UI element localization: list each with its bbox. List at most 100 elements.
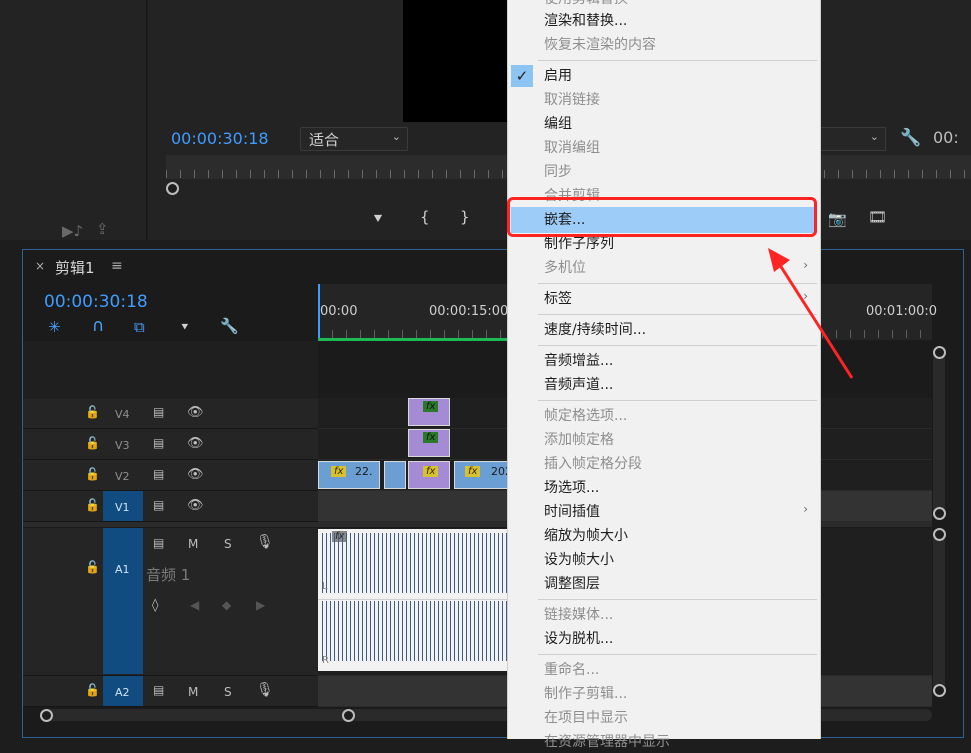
mute-button[interactable]: M xyxy=(188,537,198,551)
menu-item-unlink[interactable]: 取消链接 xyxy=(544,89,600,111)
menu-item-rename[interactable]: 重命名... xyxy=(544,659,599,681)
zoom-handle-left[interactable] xyxy=(40,709,53,722)
audio-clip[interactable]: fx L R xyxy=(318,529,508,671)
playhead[interactable] xyxy=(318,284,320,340)
resolution-dropdown[interactable]: ⌄ xyxy=(820,127,886,151)
monitor-timecode[interactable]: 00:00:30:18 xyxy=(171,129,269,148)
scroll-handle[interactable] xyxy=(933,346,946,359)
menu-item-reveal-in-explorer[interactable]: 在资源管理器中显示 xyxy=(544,731,670,753)
menu-item-audio-gain[interactable]: 音频增益... xyxy=(544,350,613,372)
eye-icon[interactable]: 👁 xyxy=(187,498,204,513)
keyframe-icon[interactable]: ◊ xyxy=(152,598,158,613)
lock-icon[interactable]: 🔓 xyxy=(85,405,100,419)
microphone-icon[interactable]: 🎙 xyxy=(256,682,274,698)
eye-icon[interactable]: 👁 xyxy=(187,467,204,482)
audio-scrollbar[interactable] xyxy=(933,532,945,692)
track-name-v2: V2 xyxy=(115,470,130,483)
monitor-timecode-right[interactable]: 00: xyxy=(933,128,959,147)
scroll-handle[interactable] xyxy=(933,684,946,697)
menu-item-set-to-frame[interactable]: 设为帧大小 xyxy=(544,549,614,571)
lock-icon[interactable]: 🔓 xyxy=(85,498,100,512)
timeline-timecode[interactable]: 00:00:30:18 xyxy=(44,292,148,312)
eye-icon[interactable]: 👁 xyxy=(187,405,204,420)
next-keyframe-icon[interactable]: ▶ xyxy=(256,598,265,612)
clip-label: 22. xyxy=(355,465,373,478)
menu-item-scale-to-frame[interactable]: 缩放为帧大小 xyxy=(544,525,628,547)
video-scrollbar[interactable] xyxy=(933,350,945,520)
menu-item-link-media[interactable]: 链接媒体... xyxy=(544,604,613,626)
mark-out-icon[interactable]: } xyxy=(460,208,470,226)
sync-lock-icon[interactable]: ▤ xyxy=(153,683,164,697)
export-icon[interactable]: ⇪ xyxy=(96,220,109,238)
mark-in-icon[interactable]: { xyxy=(420,208,430,226)
nest-toggle-icon[interactable]: ✳ xyxy=(48,318,61,336)
lock-icon[interactable]: 🔓 xyxy=(85,683,100,697)
menu-item-label[interactable]: 标签 xyxy=(544,288,572,310)
menu-item-make-subclip[interactable]: 制作子剪辑... xyxy=(544,683,627,705)
menu-item-make-offline[interactable]: 设为脱机... xyxy=(544,628,613,650)
chevron-down-icon: ⌄ xyxy=(391,130,401,143)
video-clip[interactable]: fx 22. xyxy=(318,461,380,489)
solo-button[interactable]: S xyxy=(224,685,232,699)
fit-dropdown[interactable]: 适合 ⌄ xyxy=(300,127,408,151)
lock-icon[interactable]: 🔓 xyxy=(85,560,100,574)
close-tab-icon[interactable]: × xyxy=(35,259,45,273)
fx-badge: fx xyxy=(423,401,439,412)
monitor-zoom-handle[interactable] xyxy=(166,182,179,195)
menu-item-time-interpolation[interactable]: 时间插值 xyxy=(544,501,600,523)
add-marker-icon[interactable]: ⯆ xyxy=(180,320,190,335)
sync-lock-icon[interactable]: ▤ xyxy=(153,405,164,419)
hamburger-menu-icon[interactable]: ≡ xyxy=(111,258,123,274)
menu-item-reveal-in-project[interactable]: 在项目中显示 xyxy=(544,707,628,729)
menu-item-enable[interactable]: 启用 xyxy=(544,65,572,87)
menu-item-audio-channels[interactable]: 音频声道... xyxy=(544,374,613,396)
menu-item-sync[interactable]: 同步 xyxy=(544,161,572,183)
lock-icon[interactable]: 🔓 xyxy=(85,467,100,481)
snap-icon[interactable]: ∩ xyxy=(92,316,104,336)
video-clip[interactable]: fx xyxy=(408,398,450,426)
track-name-v3: V3 xyxy=(115,439,130,452)
marker-icon[interactable]: ⯆ xyxy=(372,210,384,228)
menu-item-render-replace[interactable]: 渲染和替换... xyxy=(544,10,627,32)
mute-button[interactable]: M xyxy=(188,685,198,699)
microphone-icon[interactable]: 🎙 xyxy=(256,534,274,550)
menu-item-adjustment-layer[interactable]: 调整图层 xyxy=(544,573,600,595)
camera-icon[interactable]: 📷 xyxy=(828,210,847,228)
prev-keyframe-icon[interactable]: ◀ xyxy=(190,598,199,612)
channel-label: L xyxy=(322,581,328,592)
ruler-label: 00:01:00:0 xyxy=(866,304,938,319)
add-keyframe-icon[interactable]: ◆ xyxy=(222,598,231,612)
menu-item-add-frame-hold[interactable]: 添加帧定格 xyxy=(544,429,614,451)
scroll-handle[interactable] xyxy=(933,528,946,541)
video-clip[interactable]: fx xyxy=(408,429,450,457)
lock-icon[interactable]: 🔓 xyxy=(85,436,100,450)
menu-item-insert-frame-hold-segment[interactable]: 插入帧定格分段 xyxy=(544,453,642,475)
compare-view-icon[interactable]: 🎞 xyxy=(868,208,887,226)
menu-item-group[interactable]: 编组 xyxy=(544,113,572,135)
menu-item-speed-duration[interactable]: 速度/持续时间... xyxy=(544,319,646,341)
zoom-handle-right[interactable] xyxy=(342,709,355,722)
video-clip[interactable]: fx xyxy=(408,461,450,489)
video-clip[interactable] xyxy=(384,461,406,489)
sync-lock-icon[interactable]: ▤ xyxy=(153,498,164,512)
timeline-tab-title[interactable]: 剪辑1 xyxy=(55,257,95,278)
menu-item-replace-with-clip[interactable]: 使用剪辑替换 xyxy=(544,0,628,10)
wrench-icon[interactable]: 🔧 xyxy=(900,128,921,148)
video-clip[interactable]: fx 202 xyxy=(454,461,512,489)
sync-lock-icon[interactable]: ▤ xyxy=(153,467,164,481)
timeline-settings-icon[interactable]: 🔧 xyxy=(220,317,239,335)
linked-selection-icon[interactable]: ⧉ xyxy=(134,318,145,336)
menu-item-restore-unrendered[interactable]: 恢复未渲染的内容 xyxy=(544,34,656,56)
menu-item-ungroup[interactable]: 取消编组 xyxy=(544,137,600,159)
eye-icon[interactable]: 👁 xyxy=(187,436,204,451)
menu-item-field-options[interactable]: 场选项... xyxy=(544,477,599,499)
channel-label: R xyxy=(322,655,329,666)
sync-lock-icon[interactable]: ▤ xyxy=(153,536,164,550)
menu-item-frame-hold-options[interactable]: 帧定格选项... xyxy=(544,405,627,427)
solo-button[interactable]: S xyxy=(224,537,232,551)
menu-item-multicam[interactable]: 多机位 xyxy=(544,257,586,279)
insert-audio-icon[interactable]: ▶♪ xyxy=(62,222,83,240)
sync-lock-icon[interactable]: ▤ xyxy=(153,436,164,450)
a1-source-toggle[interactable] xyxy=(103,528,143,674)
scroll-handle[interactable] xyxy=(933,507,946,520)
